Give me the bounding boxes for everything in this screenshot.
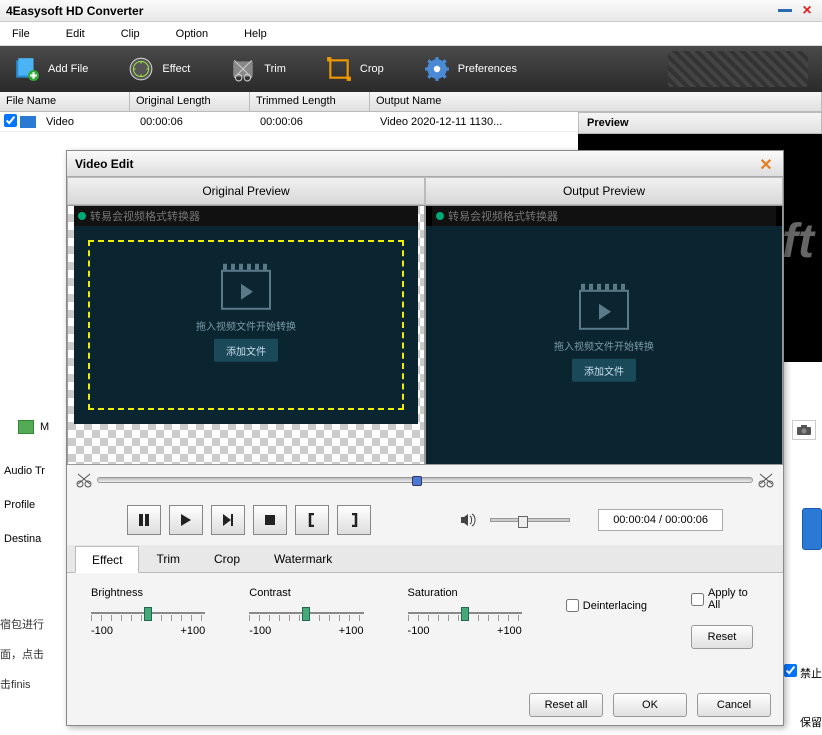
trim-icon	[230, 56, 256, 82]
crop-icon	[326, 56, 352, 82]
audio-track-label: Audio Tr	[4, 465, 45, 477]
volume-icon[interactable]	[460, 513, 476, 527]
side-checkbox-1[interactable]: 禁止	[784, 664, 822, 681]
main-titlebar: 4Easysoft HD Converter ×	[0, 0, 822, 22]
col-file-name[interactable]: File Name	[0, 92, 130, 111]
pause-button[interactable]	[127, 505, 161, 535]
reset-button[interactable]: Reset	[691, 625, 753, 649]
video-icon	[20, 116, 36, 128]
minimize-button[interactable]	[776, 3, 794, 19]
stop-button[interactable]	[253, 505, 287, 535]
menu-file[interactable]: File	[6, 26, 36, 42]
left-labels: Audio Tr Profile Destina	[4, 465, 45, 567]
output-preview-box[interactable]: 转易会视频格式转换器 拖入视频文件开始转换 添加文件	[425, 205, 783, 465]
menu-option[interactable]: Option	[170, 26, 214, 42]
menu-clip[interactable]: Clip	[115, 26, 146, 42]
dialog-title-text: Video Edit	[75, 157, 133, 171]
crop-button[interactable]: Crop	[326, 56, 384, 82]
row-checkbox[interactable]	[4, 114, 17, 127]
gear-icon	[424, 56, 450, 82]
col-original-length[interactable]: Original Length	[130, 92, 250, 111]
menu-edit[interactable]: Edit	[60, 26, 91, 42]
effect-tabs: Effect Trim Crop Watermark	[67, 545, 783, 573]
preview-label: Preview	[578, 112, 822, 134]
scissors-right-icon[interactable]	[757, 471, 775, 489]
m-label: M	[40, 421, 49, 433]
next-button[interactable]	[211, 505, 245, 535]
folder-icon	[18, 420, 34, 434]
row-output: Video 2020-12-11 1130...	[374, 116, 508, 128]
menubar: File Edit Clip Option Help	[0, 22, 822, 46]
playback-controls: 00:00:04 / 00:00:06	[67, 495, 783, 545]
output-preview-header: Output Preview	[425, 177, 783, 205]
bg-text: 宿包进行 面，点击 击finis	[0, 610, 44, 700]
preferences-button[interactable]: Preferences	[424, 56, 517, 82]
col-trimmed-length[interactable]: Trimmed Length	[250, 92, 370, 111]
video-placeholder-icon	[221, 270, 271, 310]
dialog-close-icon[interactable]: ✕	[757, 155, 775, 173]
profile-label: Profile	[4, 499, 45, 511]
trim-button[interactable]: Trim	[230, 56, 286, 82]
effect-panel: Brightness -100+100 Contrast -100+100 Sa…	[67, 573, 783, 663]
bracket-left-button[interactable]	[295, 505, 329, 535]
toolbar-decoration	[668, 51, 808, 87]
video-placeholder-icon	[579, 290, 629, 330]
apply-to-all-checkbox[interactable]: Apply to All	[691, 587, 759, 611]
side-text-2: 保留	[800, 714, 822, 730]
trim-handle[interactable]	[412, 476, 422, 486]
list-header: File Name Original Length Trimmed Length…	[0, 92, 822, 112]
camera-icon	[796, 424, 812, 436]
add-file-button[interactable]: Add File	[14, 56, 88, 82]
window-title: 4Easysoft HD Converter	[6, 4, 143, 18]
trim-track[interactable]	[97, 477, 753, 483]
ok-button[interactable]: OK	[613, 693, 687, 717]
convert-button[interactable]	[802, 508, 822, 550]
tab-trim[interactable]: Trim	[139, 545, 197, 572]
reset-all-button[interactable]: Reset all	[529, 693, 603, 717]
cancel-button[interactable]: Cancel	[697, 693, 771, 717]
tab-watermark[interactable]: Watermark	[257, 545, 349, 572]
close-button[interactable]: ×	[798, 3, 816, 19]
destination-label: Destina	[4, 533, 45, 545]
snapshot-button[interactable]	[792, 420, 816, 440]
add-file-icon	[14, 56, 40, 82]
original-preview-box[interactable]: 转易会视频格式转换器 拖入视频文件开始转换 添加文件	[67, 205, 425, 465]
original-preview-header: Original Preview	[67, 177, 425, 205]
row-trim-len: 00:00:06	[254, 116, 374, 128]
saturation-slider[interactable]: Saturation -100+100	[408, 587, 522, 637]
dialog-titlebar[interactable]: Video Edit ✕	[67, 151, 783, 177]
scissors-left-icon[interactable]	[75, 471, 93, 489]
video-edit-dialog: Video Edit ✕ Original Preview Output Pre…	[66, 150, 784, 726]
contrast-slider[interactable]: Contrast -100+100	[249, 587, 363, 637]
effect-button[interactable]: Effect	[128, 56, 190, 82]
time-display: 00:00:04 / 00:00:06	[598, 509, 723, 531]
volume-slider[interactable]	[490, 518, 570, 522]
bracket-right-button[interactable]	[337, 505, 371, 535]
effect-icon	[128, 56, 154, 82]
deinterlacing-checkbox[interactable]: Deinterlacing	[566, 599, 647, 612]
tab-crop[interactable]: Crop	[197, 545, 257, 572]
col-output-name[interactable]: Output Name	[370, 92, 822, 111]
tab-effect[interactable]: Effect	[75, 546, 139, 573]
main-toolbar: Add File Effect Trim Crop Preferences	[0, 46, 822, 92]
brightness-slider[interactable]: Brightness -100+100	[91, 587, 205, 637]
row-orig-len: 00:00:06	[134, 116, 254, 128]
row-name: Video	[40, 116, 134, 128]
play-button[interactable]	[169, 505, 203, 535]
menu-help[interactable]: Help	[238, 26, 273, 42]
